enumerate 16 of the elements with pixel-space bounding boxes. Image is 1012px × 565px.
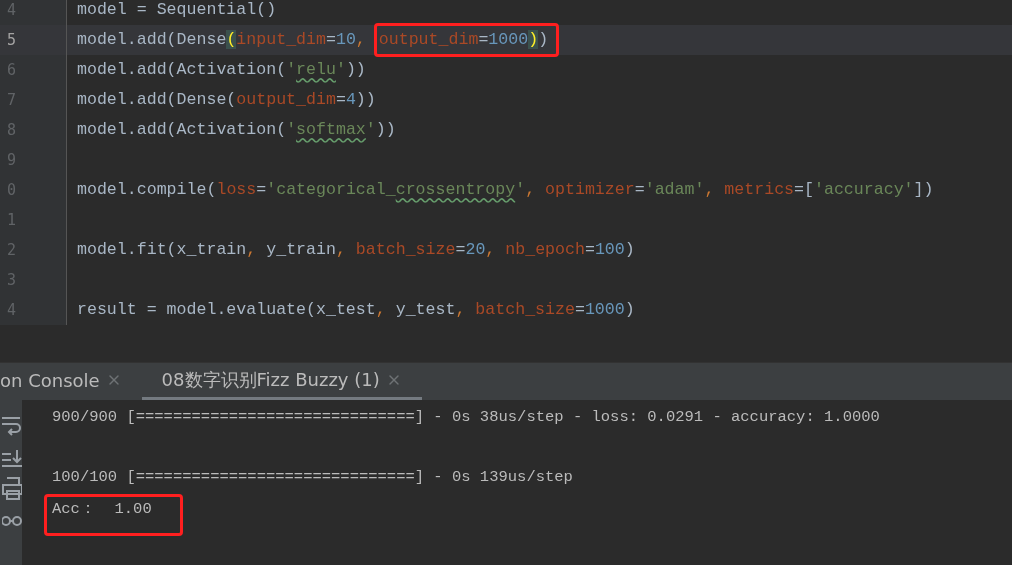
code-line: model.add(Activation('softmax')) <box>77 120 396 140</box>
code-line: result = model.evaluate(x_test, y_test, batch_size=1000) <box>77 300 635 320</box>
code-line: model.add(Dense(output_dim=4)) <box>77 90 376 110</box>
code-line: model.fit(x_train, y_train, batch_size=20, nb_epoch=100) <box>77 240 635 260</box>
highlighted-code: output_dim=1000)) <box>373 23 560 57</box>
code-line: model = Sequential() <box>77 0 277 20</box>
console-output: 100/100 [==============================] - 0s 139us/step <box>52 467 573 487</box>
print-icon[interactable] <box>2 476 22 500</box>
code-line: model.compile(loss='categorical_crossentropy', optimizer='adam', metrics=['accuracy']) <box>77 180 934 200</box>
code-line: model.add(Dense(input_dim=10, <box>77 30 367 50</box>
console-output: Acc： 1.00 <box>44 494 183 536</box>
console-tab[interactable]: on Console <box>0 363 136 400</box>
console-output: 900/900 [==============================] - 0s 38us/step - loss: 0.0291 - accuracy: 1.0000 <box>52 407 880 427</box>
code-line: model.add(Activation('relu')) <box>77 60 366 80</box>
line-number: 5 <box>5 31 16 49</box>
console-tab[interactable]: 08数字识别Fizz Buzzy (1) <box>141 363 422 400</box>
